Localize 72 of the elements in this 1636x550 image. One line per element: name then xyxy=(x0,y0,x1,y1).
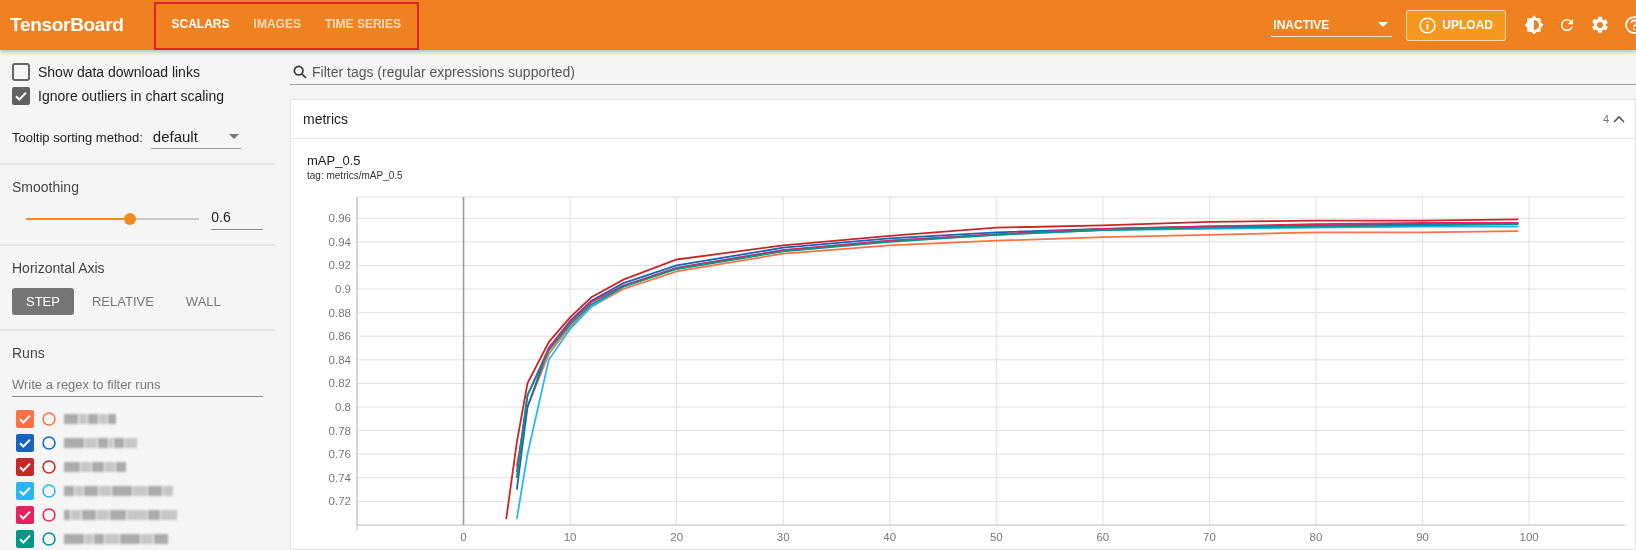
y-tick-label: 0.72 xyxy=(328,495,351,508)
field-label: Tooltip sorting method: xyxy=(12,130,143,145)
card-count: 4 xyxy=(1602,113,1609,125)
x-tick-label: 100 xyxy=(1519,531,1539,542)
smoothing-slider[interactable] xyxy=(26,212,200,225)
axis-toggle-button[interactable]: RELATIVE xyxy=(77,288,168,315)
run-checkbox[interactable] xyxy=(16,433,34,452)
run-checkbox[interactable] xyxy=(16,481,34,500)
run-color-circle-icon[interactable] xyxy=(42,411,56,426)
y-tick-label: 0.82 xyxy=(328,377,351,390)
x-tick-label: 30 xyxy=(776,531,790,542)
section-heading: Horizontal Axis xyxy=(12,260,106,276)
group-title: metrics xyxy=(303,111,349,127)
collapse-chevron-icon[interactable] xyxy=(1613,115,1625,123)
y-tick-label: 0.94 xyxy=(328,235,351,248)
checkbox[interactable] xyxy=(12,87,30,105)
app-title: TensorBoard xyxy=(10,14,124,36)
y-tick-label: 0.84 xyxy=(328,353,351,366)
y-tick-label: 0.96 xyxy=(328,212,351,225)
axis-toggle-button[interactable]: WALL xyxy=(171,288,235,315)
run-color-circle-icon[interactable] xyxy=(42,507,56,522)
settings-icon[interactable] xyxy=(1590,15,1610,35)
sort-method-dropdown[interactable]: default xyxy=(150,126,241,149)
y-tick-label: 0.76 xyxy=(328,448,351,461)
theme-toggle-icon[interactable] xyxy=(1524,15,1544,35)
run-checkbox[interactable] xyxy=(16,529,34,548)
run-filter-field[interactable]: Write a regex to filter runs xyxy=(12,373,263,397)
x-tick-label: 60 xyxy=(1096,531,1110,542)
run-color-circle-icon[interactable] xyxy=(42,483,56,498)
x-tick-label: 70 xyxy=(1203,531,1216,542)
run-color-circle-icon[interactable] xyxy=(42,435,56,450)
checkbox-label: Show data download links xyxy=(38,64,200,80)
y-tick-label: 0.9 xyxy=(335,283,351,296)
run-checkbox[interactable] xyxy=(16,457,34,476)
chart-title: mAP_0.5 xyxy=(307,153,362,168)
checkbox[interactable] xyxy=(12,63,30,81)
x-tick-label: 10 xyxy=(563,531,577,542)
smoothing-value-field[interactable]: 0.6 xyxy=(211,207,263,230)
upload-button[interactable]: UPLOAD xyxy=(1406,9,1506,41)
dropdown-caret-icon xyxy=(228,134,239,139)
run-color-circle-icon[interactable] xyxy=(42,459,56,474)
y-tick-label: 0.78 xyxy=(328,424,351,437)
y-tick-label: 0.88 xyxy=(328,306,351,319)
pixelated-run-name xyxy=(64,461,126,472)
y-tick-label: 0.92 xyxy=(328,259,351,272)
y-tick-label: 0.86 xyxy=(328,330,351,343)
checkbox-label: Ignore outliers in chart scaling xyxy=(38,88,224,104)
y-tick-label: 0.74 xyxy=(328,471,351,484)
section-heading: Runs xyxy=(12,345,46,361)
nav-tab[interactable]: SCALARS xyxy=(159,0,242,50)
run-checkbox[interactable] xyxy=(16,409,34,428)
slider-thumb[interactable] xyxy=(123,212,136,225)
section-heading: Smoothing xyxy=(12,179,80,195)
axis-toggle-button[interactable]: STEP xyxy=(12,288,74,315)
x-tick-label: 80 xyxy=(1309,531,1323,542)
info-icon xyxy=(1419,16,1437,34)
chart-tag: tag: metrics/mAP_0.5 xyxy=(307,170,1635,181)
x-tick-label: 0 xyxy=(460,531,467,542)
x-tick-label: 20 xyxy=(670,531,684,542)
run-color-circle-icon[interactable] xyxy=(42,531,56,546)
refresh-icon[interactable] xyxy=(1558,16,1576,34)
dropdown-caret-icon xyxy=(1378,22,1389,27)
x-tick-label: 40 xyxy=(883,531,897,542)
run-status-dropdown[interactable]: INACTIVE xyxy=(1271,13,1393,37)
pixelated-run-name xyxy=(64,413,116,424)
run-checkbox[interactable] xyxy=(16,505,34,524)
x-tick-label: 90 xyxy=(1416,531,1429,542)
search-icon xyxy=(292,64,308,80)
y-tick-label: 0.8 xyxy=(335,401,351,413)
tag-filter-field[interactable]: Filter tags (regular expressions supported) xyxy=(312,64,1636,80)
help-icon[interactable] xyxy=(1624,15,1636,35)
x-tick-label: 50 xyxy=(989,531,1003,542)
